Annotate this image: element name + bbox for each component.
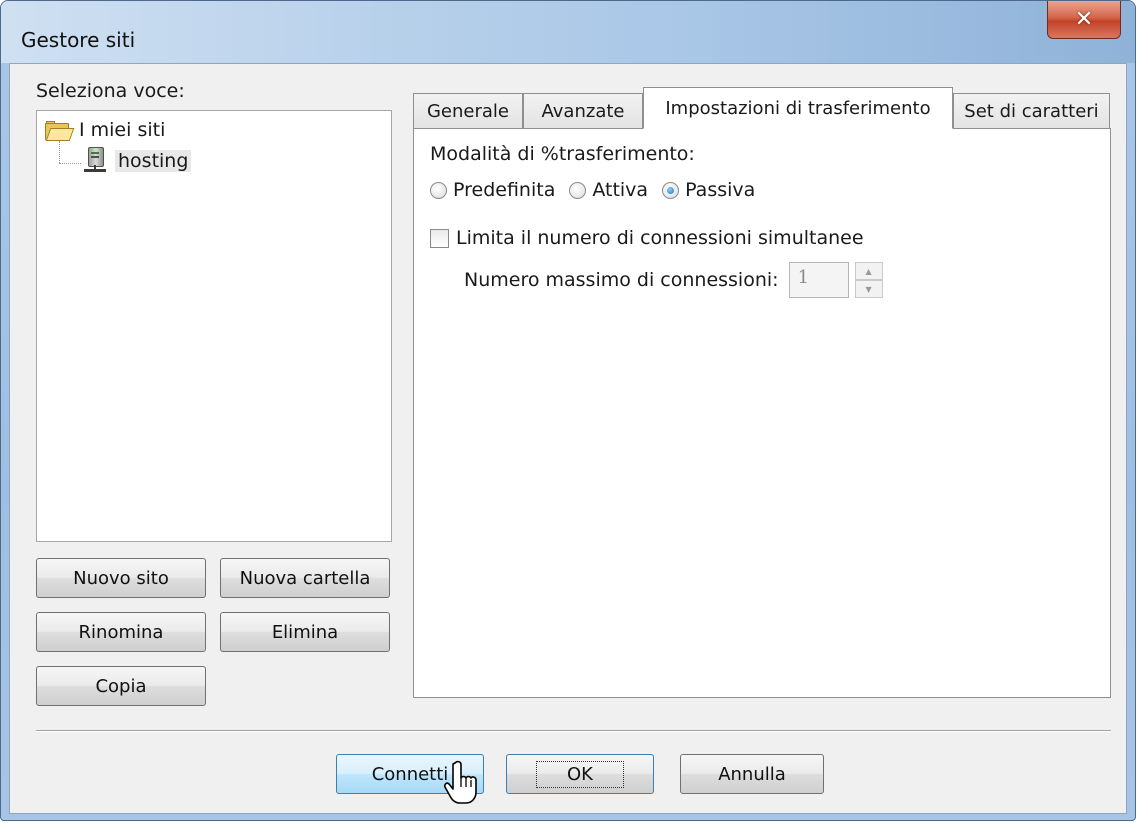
window-title: Gestore siti — [21, 28, 136, 52]
tree-connector — [59, 163, 81, 165]
tree-node-my-sites[interactable]: I miei siti — [45, 119, 165, 141]
tree-node-hosting[interactable]: hosting — [83, 147, 192, 175]
spin-down-icon[interactable]: ▼ — [854, 280, 883, 298]
tab-label: Set di caratteri — [964, 101, 1099, 122]
radio-circle — [430, 181, 447, 199]
tab-transfer-settings[interactable]: Impostazioni di trasferimento — [643, 87, 953, 129]
checkbox-box — [430, 228, 449, 248]
radio-label: Predefinita — [453, 179, 556, 201]
limit-connections-checkbox[interactable]: Limita il numero di connessioni simultan… — [430, 227, 864, 249]
rename-button[interactable]: Rinomina — [36, 612, 206, 652]
button-label: Nuovo sito — [73, 567, 169, 589]
tab-label: Generale — [426, 101, 509, 122]
radio-label: Passiva — [685, 179, 756, 201]
max-connections-label: Numero massimo di connessioni: — [464, 269, 779, 291]
radio-active[interactable]: Attiva — [569, 179, 648, 201]
button-label: Elimina — [271, 621, 339, 643]
tree-node-label: I miei siti — [79, 119, 166, 141]
max-connections-row: Numero massimo di connessioni: 1 ▲ ▼ — [464, 262, 883, 298]
close-icon: ✕ — [1074, 7, 1094, 32]
transfer-settings-panel: Modalità di %trasferimento: Predefinita … — [413, 128, 1111, 698]
folder-icon — [45, 121, 75, 141]
radio-label: Attiva — [592, 179, 649, 201]
tree-node-label: hosting — [115, 150, 192, 172]
button-label: Rinomina — [78, 621, 164, 643]
tab-advanced[interactable]: Avanzate — [523, 93, 643, 129]
transfer-mode-label: Modalità di %trasferimento: — [430, 143, 695, 165]
server-icon — [83, 147, 107, 175]
new-site-button[interactable]: Nuovo sito — [36, 558, 206, 598]
button-label: OK — [536, 760, 624, 788]
spin-up-icon[interactable]: ▲ — [854, 262, 883, 280]
radio-default[interactable]: Predefinita — [430, 179, 555, 201]
radio-circle-selected — [662, 181, 680, 199]
tree-connector — [59, 141, 61, 163]
button-label: Nuova cartella — [239, 567, 371, 589]
tab-general[interactable]: Generale — [413, 93, 523, 129]
max-connections-spinner[interactable]: ▲ ▼ — [854, 262, 883, 298]
close-button[interactable]: ✕ — [1047, 1, 1121, 39]
select-entry-label: Seleziona voce: — [36, 80, 185, 102]
footer-separator — [36, 730, 1111, 732]
radio-circle — [569, 181, 587, 199]
tab-charset[interactable]: Set di caratteri — [953, 93, 1110, 129]
checkbox-label: Limita il numero di connessioni simultan… — [456, 227, 864, 249]
cancel-button[interactable]: Annulla — [680, 754, 824, 794]
button-label: Copia — [95, 675, 147, 697]
max-connections-input[interactable]: 1 — [788, 262, 849, 298]
dialog-body: Seleziona voce: I miei siti hosting Nuov… — [9, 63, 1127, 814]
site-tree[interactable]: I miei siti hosting — [36, 110, 392, 542]
ok-button[interactable]: OK — [506, 754, 654, 794]
radio-passive[interactable]: Passiva — [662, 179, 755, 201]
site-manager-window: Gestore siti ✕ Seleziona voce: I miei si… — [0, 0, 1136, 821]
hand-cursor-icon — [444, 760, 477, 804]
tab-label: Avanzate — [541, 101, 625, 122]
button-label: Annulla — [718, 763, 786, 785]
new-folder-button[interactable]: Nuova cartella — [220, 558, 390, 598]
delete-button[interactable]: Elimina — [220, 612, 390, 652]
tab-label: Impostazioni di trasferimento — [665, 97, 931, 119]
title-bar[interactable]: Gestore siti ✕ — [1, 1, 1135, 63]
button-label: Connetti — [371, 763, 449, 785]
copy-button[interactable]: Copia — [36, 666, 206, 706]
transfer-mode-group: Predefinita Attiva Passiva — [430, 179, 769, 201]
